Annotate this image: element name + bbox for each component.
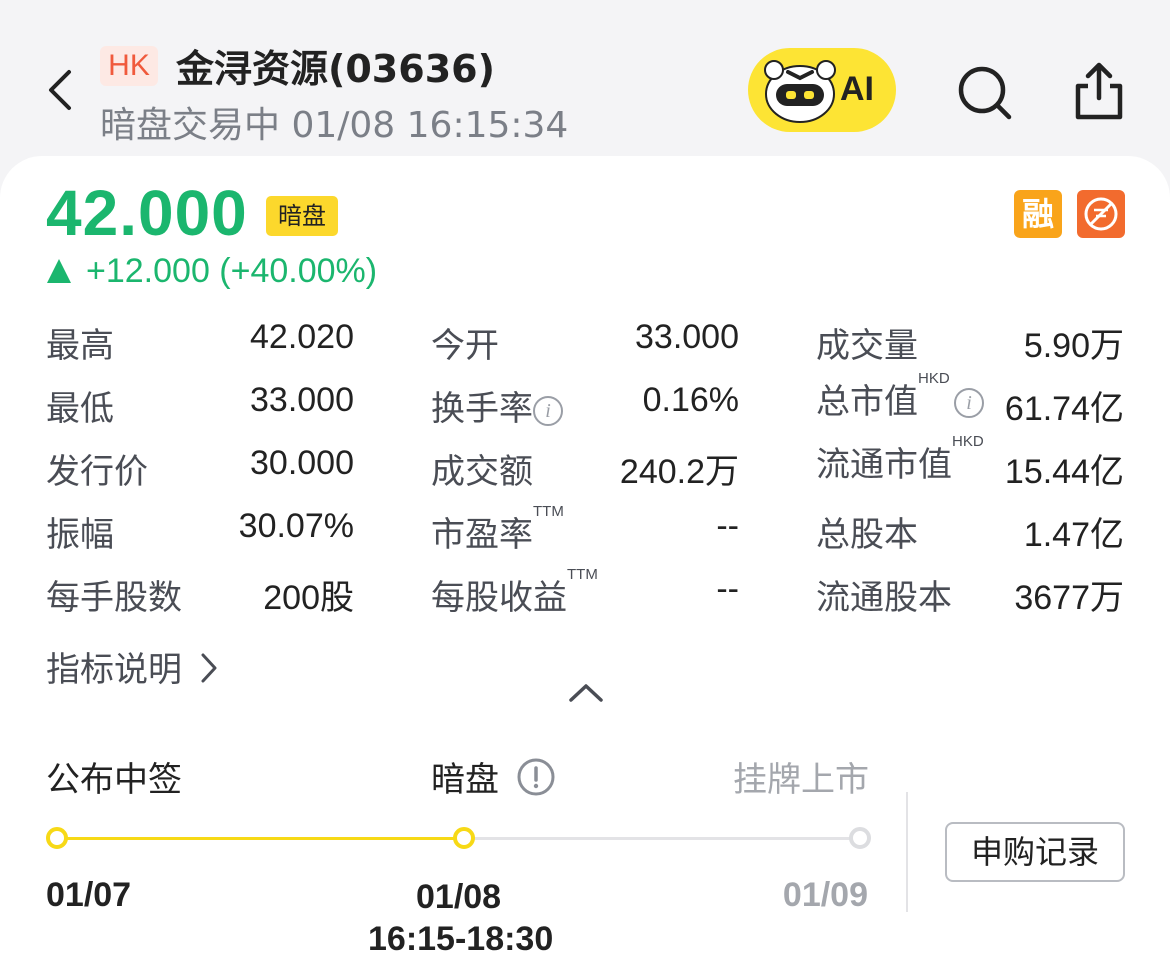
stat-label-low: 最低 [46,389,114,429]
stat-value-market-cap: 61.74亿 [1004,390,1124,428]
ttm-superscript: TTM [533,503,564,520]
quote-card: 42.000 暗盘 +12.000 (+40.00%) 融 最高 42.020 … [0,156,1170,973]
timeline-dot-current [453,827,475,849]
stat-float-cap-group: 流通市值HKD [816,433,984,486]
timeline-step-dark-pool: 暗盘 [431,752,556,801]
stat-pe-group: 市盈率TTM [431,503,564,556]
current-price: 42.000 [46,177,248,249]
share-button[interactable] [1070,60,1128,122]
timeline-step-label: 挂牌上市 [733,760,869,800]
margin-trading-icon[interactable]: 融 [1014,190,1062,238]
subscription-record-button[interactable]: 申购记录 [945,822,1125,882]
timeline-step-label: 暗盘 [431,760,499,800]
chevron-up-icon [569,684,603,702]
stat-market-cap-group: 总市值HKD [816,370,950,423]
timeline-step-label: 公布中签 [46,760,182,800]
stat-label-lot-size: 每手股数 [46,578,182,618]
ttm-superscript: TTM [567,566,598,583]
ai-robot-icon [764,60,836,123]
stat-value-total-shares: 1.47亿 [1023,516,1124,554]
prohibited-icon [1084,197,1118,231]
stat-label-float-shares: 流通股本 [816,578,952,618]
timeline-date: 01/09 [782,876,868,914]
up-triangle-icon [47,259,71,283]
stat-value-turnover: 240.2万 [619,453,739,491]
stat-value-turnover-rate: 0.16% [642,381,739,419]
trading-status: 暗盘交易中 01/08 16:15:34 [100,105,569,146]
timeline-date: 01/07 [46,876,132,914]
stat-value-eps: -- [716,570,739,608]
stat-value-pe: -- [716,507,739,545]
timeline-dot [46,827,68,849]
stat-value-amplitude: 30.07% [238,507,354,545]
chevron-left-icon [49,70,71,110]
stat-value-volume: 5.90万 [1023,327,1124,365]
price-change-text: +12.000 (+40.00%) [86,252,378,290]
no-short-selling-icon[interactable] [1077,190,1125,238]
stat-eps-group: 每股收益TTM [431,566,598,619]
dark-pool-badge: 暗盘 [266,196,338,236]
stat-label-amplitude: 振幅 [46,515,114,555]
share-icon [1075,62,1123,120]
info-icon[interactable] [516,757,556,797]
collapse-button[interactable] [566,678,606,708]
ai-assistant-button[interactable]: AI [748,48,896,132]
search-button[interactable] [956,64,1014,122]
ai-label: AI [840,70,874,108]
stock-title: 金浔资源(03636) [176,47,495,91]
timeline-progress-line [57,837,464,840]
stat-label-float-cap: 流通市值 [816,445,952,485]
stat-label-turnover: 成交额 [431,452,533,492]
info-icon[interactable]: i [954,388,984,418]
stat-turnover-rate-group: 换手率 i [431,381,563,430]
stat-label-market-cap: 总市值 [816,382,918,422]
stat-label-open: 今开 [431,326,499,366]
stat-label-pe: 市盈率 [431,515,533,555]
stat-label-issue-price: 发行价 [46,452,148,492]
stat-label-eps: 每股收益 [431,578,567,618]
top-bar: HK 金浔资源(03636) 暗盘交易中 01/08 16:15:34 AI [0,0,1170,160]
info-icon[interactable]: i [533,395,563,426]
chevron-right-icon [201,653,217,683]
indicator-link-label: 指标说明 [46,650,182,690]
hkd-superscript: HKD [952,433,984,450]
stat-value-issue-price: 30.000 [250,444,354,482]
stat-value-open: 33.000 [635,318,739,356]
stat-value-low: 33.000 [250,381,354,419]
price-change: +12.000 (+40.00%) [46,252,377,291]
indicator-explanation-link[interactable]: 指标说明 [46,642,219,691]
stat-value-lot-size: 200股 [263,579,354,617]
hkd-superscript: HKD [918,370,950,387]
stat-label-turnover-rate: 换手率 [431,389,533,429]
timeline-dot [849,827,871,849]
stat-label-volume: 成交量 [816,326,918,366]
timeline-remaining-line [464,837,860,840]
timeline-date: 01/08 [416,878,502,916]
stat-value-high: 42.020 [250,318,354,356]
stat-label-total-shares: 总股本 [816,515,918,555]
back-button[interactable] [38,62,82,118]
stat-label-high: 最高 [46,326,114,366]
divider [906,792,908,912]
timeline-time-range: 16:15-18:30 [368,920,554,958]
search-icon [958,66,1012,120]
stat-value-float-cap: 15.44亿 [1004,453,1124,491]
stat-value-float-shares: 3677万 [1014,579,1124,617]
market-badge: HK [100,46,158,86]
